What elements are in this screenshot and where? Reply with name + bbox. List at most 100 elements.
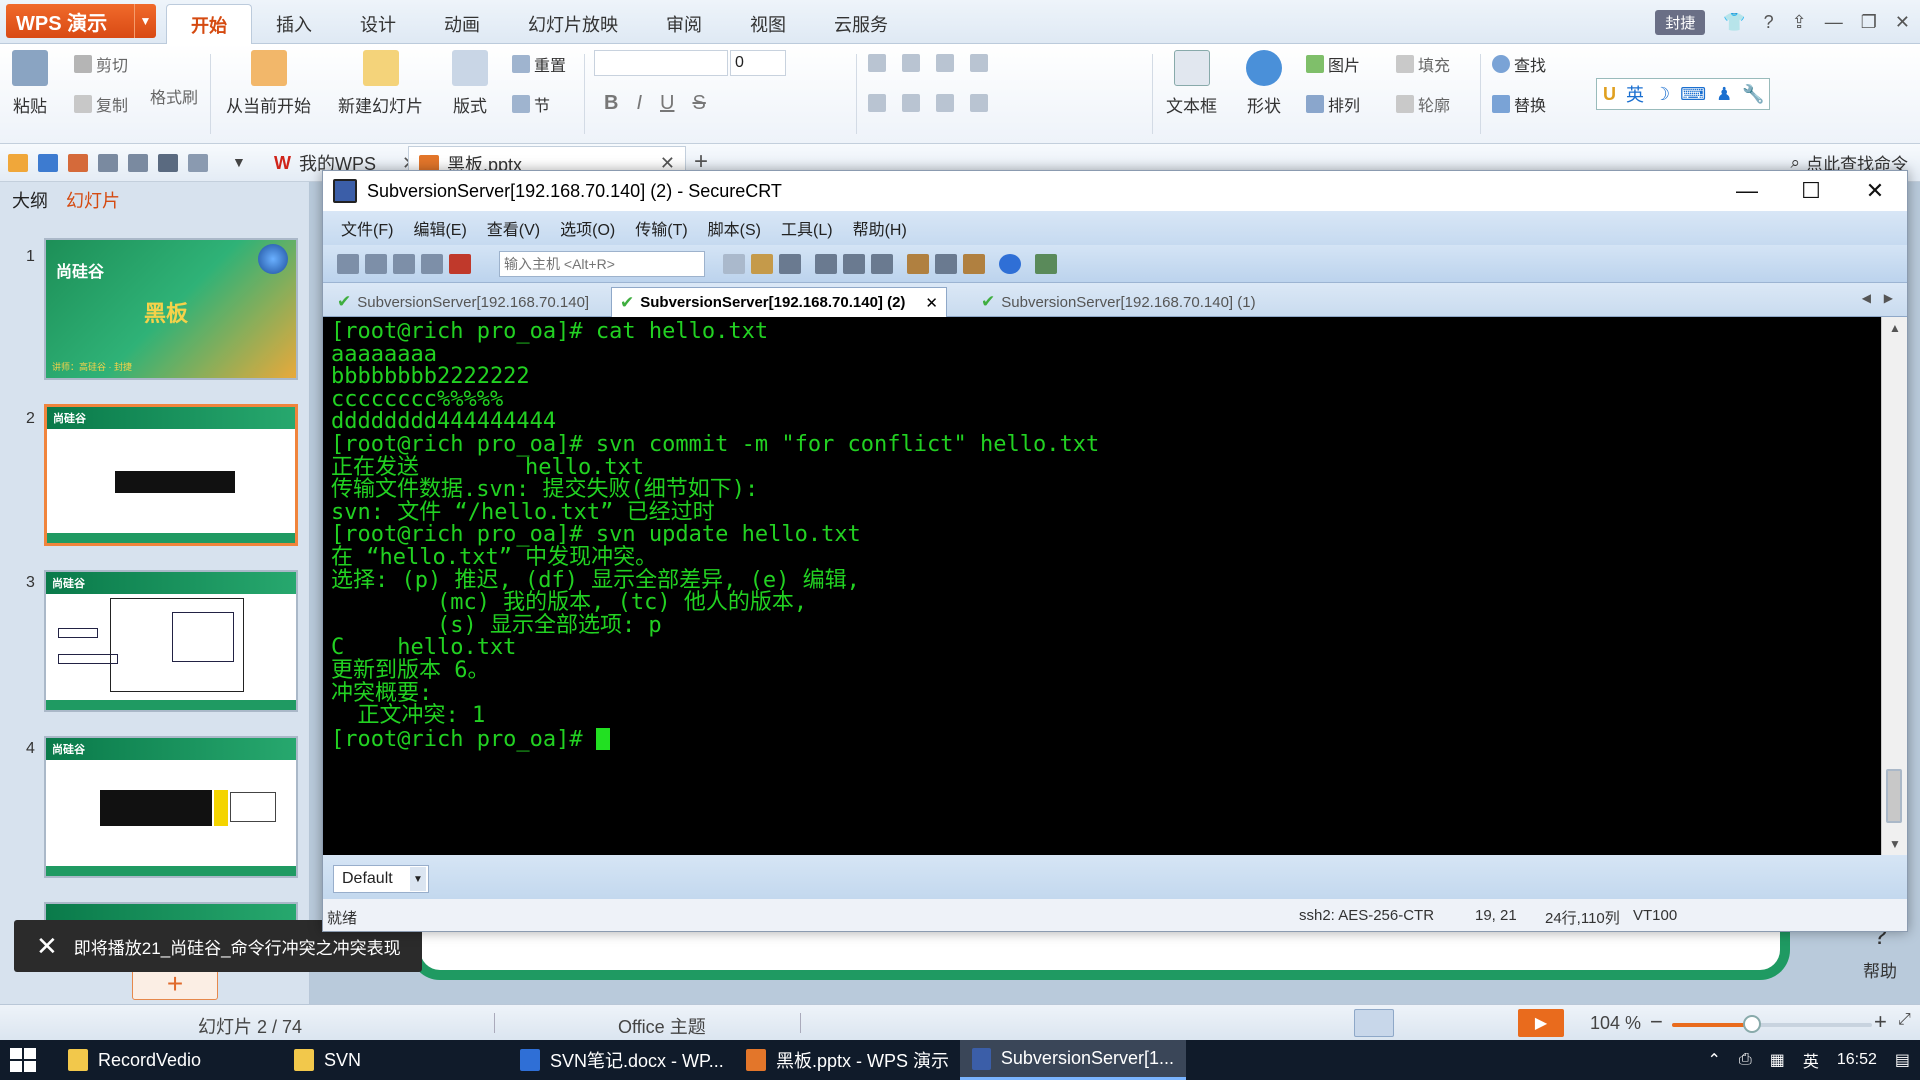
arrange-button[interactable]: 排列 (1306, 92, 1360, 116)
new-slide-button[interactable]: 新建幻灯片 (338, 50, 423, 117)
quick-connect-icon[interactable] (365, 254, 387, 274)
help-icon[interactable] (999, 254, 1021, 274)
zoom-level[interactable]: 104 % (1590, 1013, 1641, 1034)
paste-button[interactable]: 粘贴 (12, 50, 48, 117)
taskbar-item-svn-notes[interactable]: SVN笔记.docx - WP... (508, 1040, 736, 1080)
tab-scroll-left-icon[interactable]: ◀ (1862, 291, 1871, 305)
restore-icon[interactable]: ❐ (1861, 12, 1877, 33)
connect-tab-icon[interactable] (393, 254, 415, 274)
slide-thumbnail-3[interactable]: 尚硅谷 (44, 570, 298, 712)
print-selection-icon[interactable] (843, 254, 865, 274)
menu-tools[interactable]: 工具(L) (781, 216, 833, 240)
session-tab-1[interactable]: ✔ SubversionServer[192.168.70.140] (329, 287, 597, 317)
sftp-icon[interactable] (1035, 254, 1057, 274)
maximize-button[interactable]: ☐ (1779, 171, 1843, 211)
shape-button[interactable]: 形状 (1246, 50, 1282, 117)
help-button[interactable]: 帮助 (1863, 957, 1897, 982)
close-tab-icon[interactable]: ✕ (925, 294, 938, 312)
section-button[interactable]: 节 (512, 92, 550, 116)
upload-icon[interactable]: ⇪ (1792, 12, 1807, 33)
scroll-down-icon[interactable]: ▼ (1882, 833, 1908, 855)
picture-button[interactable]: 图片 (1306, 52, 1360, 76)
securecrt-title-bar[interactable]: SubversionServer[192.168.70.140] (2) - S… (323, 171, 1907, 211)
add-slide-button[interactable]: + (132, 968, 218, 1000)
open-folder-icon[interactable] (8, 154, 28, 172)
close-button[interactable]: ✕ (1843, 171, 1907, 211)
notification-center-icon[interactable]: ▤ (1895, 1050, 1910, 1070)
tab-home[interactable]: 开始 (166, 4, 252, 44)
windows-start-icon[interactable] (10, 1048, 36, 1072)
reset-button[interactable]: 重置 (512, 52, 566, 76)
slide-thumbnail-2[interactable]: 尚硅谷 (44, 404, 298, 546)
print-preview-icon[interactable] (128, 154, 148, 172)
taskbar-item-securecrt[interactable]: SubversionServer[1... (960, 1040, 1186, 1080)
numbering-icon[interactable] (902, 54, 920, 72)
copy-button[interactable]: 复制 (74, 92, 128, 116)
font-size-select[interactable]: 0 (730, 50, 786, 76)
italic-button[interactable]: I (636, 92, 642, 115)
chevron-up-icon[interactable]: ⌃ (1707, 1050, 1720, 1070)
normal-view-icon[interactable] (1354, 1009, 1394, 1037)
zoom-slider-thumb[interactable] (1743, 1015, 1761, 1033)
session-tab-2[interactable]: ✔ SubversionServer[192.168.70.140] (2) ✕ (611, 287, 947, 317)
minimize-icon[interactable]: — (1825, 12, 1843, 33)
bold-button[interactable]: B (604, 92, 618, 115)
reconnect-icon[interactable] (421, 254, 443, 274)
menu-edit[interactable]: 编辑(E) (413, 216, 466, 240)
global-options-icon[interactable] (935, 254, 957, 274)
host-input[interactable] (499, 251, 705, 277)
export-pdf-icon[interactable] (68, 154, 88, 172)
input-method-indicator[interactable]: 英 (1803, 1048, 1819, 1072)
play-slideshow-button[interactable]: ▶ (1518, 1009, 1564, 1037)
menu-script[interactable]: 脚本(S) (708, 216, 761, 240)
menu-file[interactable]: 文件(F) (341, 216, 393, 240)
find-button[interactable]: 查找 (1492, 52, 1546, 76)
layout-button[interactable]: 版式 (452, 50, 488, 117)
textbox-button[interactable]: 文本框 (1166, 50, 1217, 117)
session-select[interactable]: Default ▼ (333, 865, 429, 893)
tab-animation[interactable]: 动画 (420, 4, 504, 44)
zoom-slider[interactable] (1672, 1015, 1872, 1033)
slide-thumbnail-1[interactable]: 尚硅谷 黑板 讲师：高硅谷 · 封捷 (44, 238, 298, 380)
tab-slideshow[interactable]: 幻灯片放映 (504, 4, 642, 44)
scrollbar-thumb[interactable] (1886, 769, 1902, 823)
tab-view[interactable]: 视图 (726, 4, 810, 44)
outline-button[interactable]: 轮廓 (1396, 92, 1450, 116)
font-name-select[interactable] (594, 50, 728, 76)
tab-slides[interactable]: 幻灯片 (66, 187, 120, 213)
indent-icon[interactable] (936, 54, 954, 72)
disconnect-icon[interactable] (449, 254, 471, 274)
save-icon[interactable] (38, 154, 58, 172)
format-painter-button[interactable]: 格式刷 (150, 84, 198, 108)
menu-help[interactable]: 帮助(H) (853, 216, 907, 240)
taskbar-item-recordvedio[interactable]: RecordVedio (56, 1040, 213, 1080)
replace-button[interactable]: 替换 (1492, 92, 1546, 116)
bullets-icon[interactable] (868, 54, 886, 72)
notes-view-icon[interactable] (1300, 1009, 1340, 1037)
taskbar-item-blackboard-pptx[interactable]: 黑板.pptx - WPS 演示 (734, 1040, 961, 1080)
underline-button[interactable]: U (660, 92, 674, 115)
chevron-down-icon[interactable]: ▼ (410, 867, 426, 891)
zoom-out-icon[interactable]: − (1650, 1009, 1663, 1035)
connect-icon[interactable] (337, 254, 359, 274)
taskbar-item-svn-folder[interactable]: SVN (282, 1040, 373, 1080)
redo-icon[interactable] (188, 154, 208, 172)
slide-thumbnail-4[interactable]: 尚硅谷 (44, 736, 298, 878)
clock[interactable]: 16:52 (1837, 1051, 1877, 1069)
chevron-down-icon[interactable]: ▼ (134, 4, 156, 38)
cut-button[interactable]: 剪切 (74, 52, 128, 76)
reading-view-icon[interactable] (1456, 1009, 1496, 1037)
paste-icon[interactable] (751, 254, 773, 274)
menu-options[interactable]: 选项(O) (560, 216, 615, 240)
copy-icon[interactable] (723, 254, 745, 274)
sorter-view-icon[interactable] (1404, 1009, 1444, 1037)
close-icon[interactable]: ✕ (36, 931, 58, 962)
print-icon[interactable] (98, 154, 118, 172)
print-icon[interactable] (815, 254, 837, 274)
justify-icon[interactable] (970, 94, 988, 112)
keymap-icon[interactable] (963, 254, 985, 274)
menu-transfer[interactable]: 传输(T) (635, 216, 687, 240)
strikethrough-button[interactable]: S (692, 92, 705, 115)
columns-icon[interactable] (970, 54, 988, 72)
tab-cloud[interactable]: 云服务 (810, 4, 912, 44)
